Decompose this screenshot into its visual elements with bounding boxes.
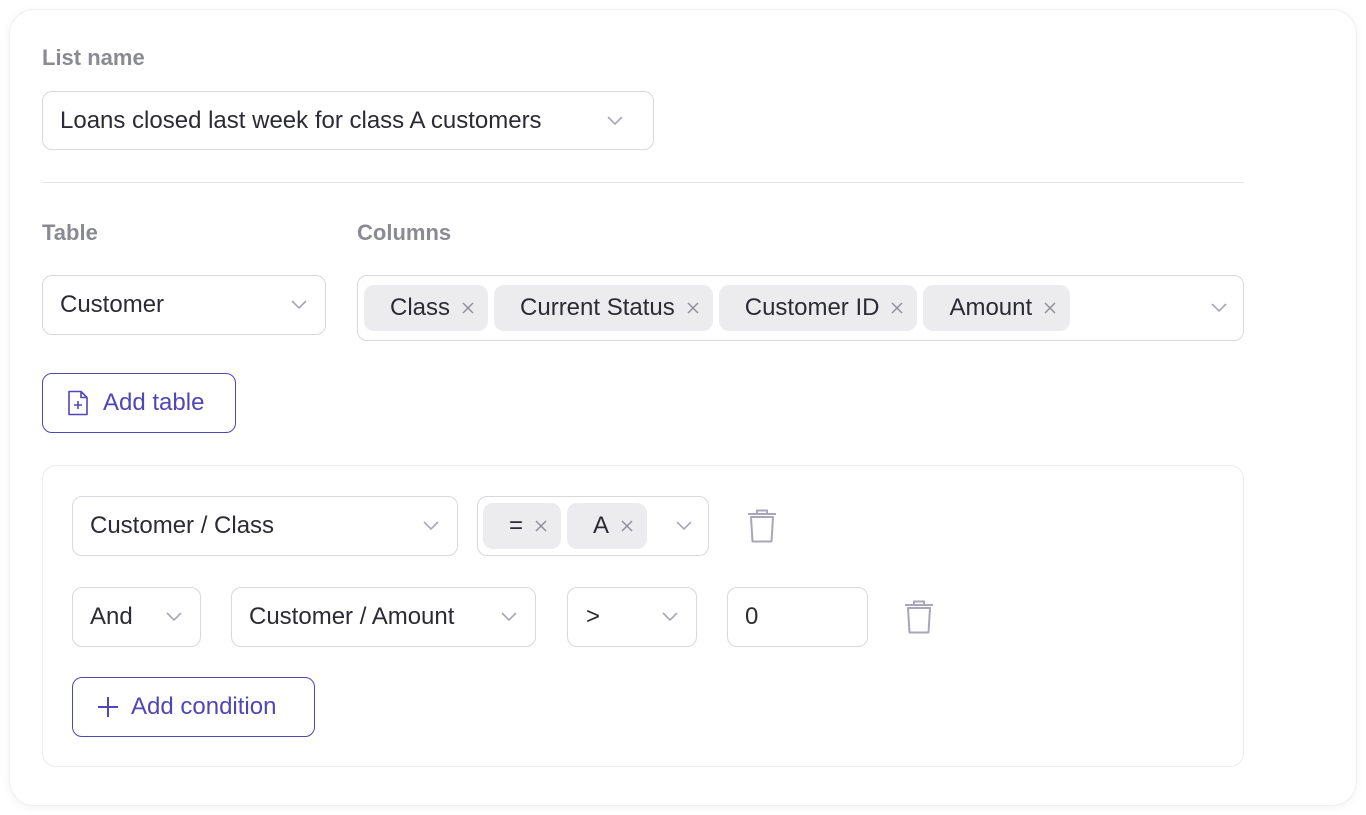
trash-icon[interactable] — [746, 508, 778, 544]
chevron-down-icon — [291, 300, 307, 310]
table-select[interactable]: Customer — [42, 275, 326, 335]
chevron-down-icon — [676, 521, 692, 531]
add-condition-button[interactable]: Add condition — [72, 677, 315, 737]
trash-icon[interactable] — [903, 599, 935, 635]
chip-label: Amount — [949, 294, 1033, 321]
columns-label: Columns — [357, 220, 452, 245]
column-chip-amount: Amount — [923, 285, 1071, 331]
close-icon[interactable] — [462, 302, 474, 314]
value-chip: A — [567, 503, 648, 549]
condition-2-value: 0 — [745, 603, 759, 630]
chip-label: Customer ID — [744, 294, 880, 321]
add-table-button[interactable]: Add table — [42, 373, 236, 433]
close-icon[interactable] — [621, 520, 633, 532]
list-name-label: List name — [42, 45, 145, 70]
close-icon[interactable] — [1044, 302, 1056, 314]
columns-multiselect[interactable]: Class Current Status Customer ID Amount — [357, 275, 1244, 341]
column-chip-class: Class — [364, 285, 489, 331]
chip-label: A — [593, 512, 610, 539]
plus-icon — [97, 696, 119, 718]
add-table-label: Add table — [103, 389, 205, 416]
condition-2-connector-select[interactable]: And — [72, 587, 201, 647]
operator-chip: = — [483, 503, 562, 549]
condition-2-value-input[interactable]: 0 — [727, 587, 868, 647]
connector-value: And — [90, 603, 133, 630]
list-name-select[interactable]: Loans closed last week for class A custo… — [42, 91, 654, 150]
file-plus-icon — [67, 390, 89, 416]
condition-1-field-select[interactable]: Customer / Class — [72, 496, 458, 556]
column-chip-customer-id: Customer ID — [718, 285, 918, 331]
close-icon[interactable] — [687, 302, 699, 314]
condition-2-field-select[interactable]: Customer / Amount — [231, 587, 536, 647]
chevron-down-icon — [1211, 303, 1227, 313]
column-chip-current-status: Current Status — [494, 285, 713, 331]
chevron-down-icon — [423, 521, 439, 531]
chevron-down-icon — [501, 612, 517, 622]
close-icon[interactable] — [891, 302, 903, 314]
operator-value: > — [586, 603, 601, 630]
chevron-down-icon — [662, 612, 678, 622]
section-divider — [42, 182, 1244, 183]
table-label: Table — [42, 220, 98, 245]
chip-label: Class — [390, 294, 451, 321]
close-icon[interactable] — [535, 520, 547, 532]
chip-label: Current Status — [520, 294, 675, 321]
condition-2-operator-select[interactable]: > — [567, 587, 697, 647]
list-name-value: Loans closed last week for class A custo… — [60, 106, 542, 134]
condition-1-operator-multiselect[interactable]: = A — [477, 496, 709, 556]
add-condition-label: Add condition — [131, 693, 277, 720]
chip-label: = — [509, 512, 524, 539]
table-select-value: Customer — [60, 291, 165, 318]
chevron-down-icon — [607, 115, 623, 126]
condition-1-field-value: Customer / Class — [90, 512, 275, 539]
chevron-down-icon — [166, 612, 182, 622]
condition-2-field-value: Customer / Amount — [249, 603, 455, 630]
